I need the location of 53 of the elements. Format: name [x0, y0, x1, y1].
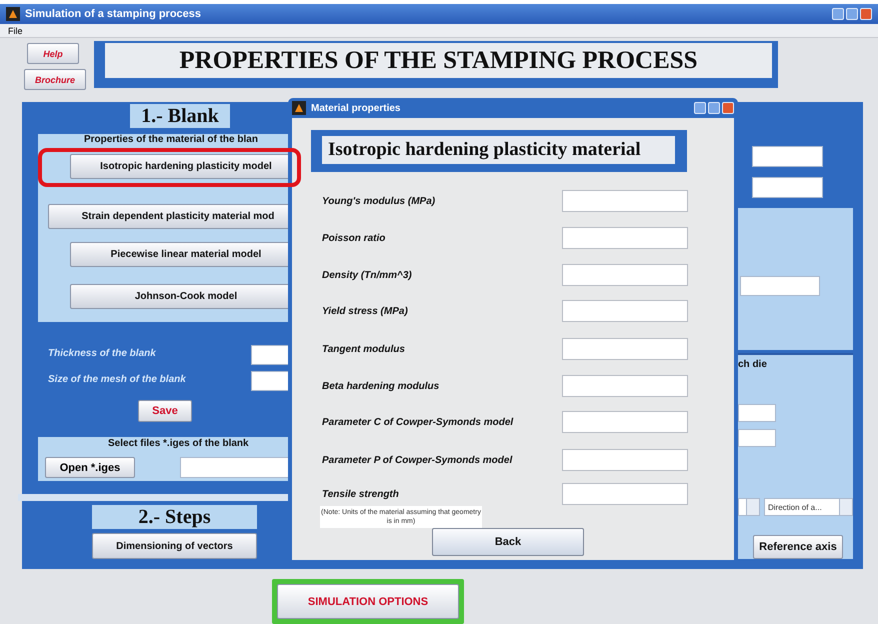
- minimize-button[interactable]: [832, 8, 844, 20]
- input-field[interactable]: [562, 190, 688, 212]
- material-label: Properties of the material of the blan: [84, 134, 258, 146]
- field-label: Density (Tn/mm^3): [322, 270, 412, 280]
- dimensioning-button[interactable]: Dimensioning of vectors: [92, 533, 257, 559]
- close-button[interactable]: [722, 102, 734, 114]
- files-label: Select files *.iges of the blank: [108, 438, 249, 449]
- page-title: PROPERTIES OF THE STAMPING PROCESS: [105, 43, 772, 78]
- header-button[interactable]: Brochure: [24, 69, 86, 90]
- section-heading: 2.- Steps: [92, 505, 257, 529]
- field-label: Size of the mesh of the blank: [48, 374, 186, 385]
- field-label: Tensile strength: [322, 488, 399, 500]
- dialog-icon: [292, 101, 306, 115]
- field-label: Poisson ratio: [322, 232, 386, 244]
- field-label: Parameter P of Cowper-Symonds model: [322, 454, 512, 466]
- input-field[interactable]: [562, 375, 688, 397]
- input-field[interactable]: [562, 300, 688, 322]
- app-icon: [6, 7, 20, 21]
- window-title: Simulation of a stamping process: [25, 8, 202, 20]
- save-button[interactable]: Save: [138, 400, 192, 422]
- close-button[interactable]: [860, 8, 872, 20]
- open-button[interactable]: Open *.iges: [45, 457, 135, 478]
- die-label: ch die: [738, 359, 767, 370]
- field-label: Yield stress (MPa): [322, 306, 408, 316]
- back-button[interactable]: Back: [432, 528, 584, 556]
- input-field[interactable]: [562, 411, 688, 433]
- input-field[interactable]: [752, 177, 823, 198]
- input-field[interactable]: [562, 483, 688, 505]
- input-field[interactable]: [562, 227, 688, 249]
- field-label: Beta hardening modulus: [322, 380, 440, 392]
- input-field[interactable]: [562, 338, 688, 360]
- dropdown[interactable]: [738, 498, 760, 516]
- input-field[interactable]: [562, 449, 688, 471]
- simulation-options-button[interactable]: SIMULATION OPTIONS: [277, 584, 459, 619]
- menu-item[interactable]: File: [8, 26, 23, 36]
- maximize-button[interactable]: [846, 8, 858, 20]
- input-field[interactable]: [562, 264, 688, 286]
- section-heading: 1.- Blank: [130, 104, 230, 128]
- minimize-button[interactable]: [694, 102, 706, 114]
- direction-dropdown[interactable]: Direction of a...: [764, 498, 853, 516]
- reference-axis-button[interactable]: Reference axis: [753, 535, 843, 559]
- input-field[interactable]: [738, 404, 776, 422]
- input-field[interactable]: [740, 276, 820, 296]
- input-field[interactable]: [752, 146, 823, 167]
- input-field[interactable]: [738, 429, 776, 447]
- dialog-title: Material properties: [311, 102, 402, 114]
- field-label: Tangent modulus: [322, 344, 405, 354]
- header-button[interactable]: Help: [27, 43, 79, 64]
- maximize-button[interactable]: [708, 102, 720, 114]
- field-label: Thickness of the blank: [48, 348, 156, 359]
- field-label: Young's modulus (MPa): [322, 196, 436, 206]
- field-label: Parameter C of Cowper-Symonds model: [322, 416, 514, 428]
- dialog-heading: Isotropic hardening plasticity material: [322, 136, 675, 164]
